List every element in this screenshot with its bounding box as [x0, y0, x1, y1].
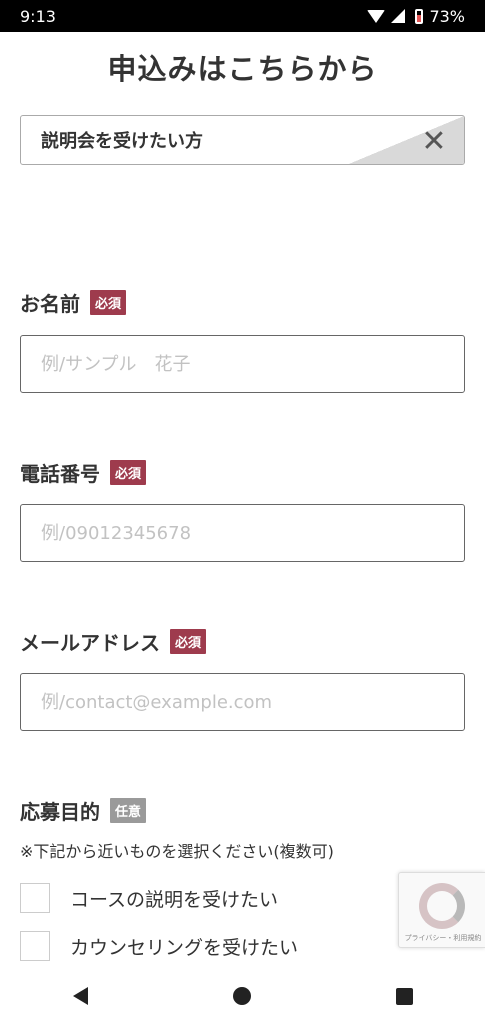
purpose-option-label: カウンセリングを受けたい: [70, 936, 299, 959]
purpose-note: ※下記から近いものを選択ください(複数可): [20, 842, 334, 861]
required-badge: 必須: [90, 290, 127, 315]
checkbox[interactable]: [20, 883, 50, 913]
phone-label: 電話番号: [20, 462, 100, 486]
recaptcha-badge[interactable]: プライバシー・利用規約: [398, 872, 485, 948]
required-badge: 必須: [110, 460, 147, 485]
close-icon[interactable]: ✕: [414, 121, 454, 161]
wifi-icon: [367, 9, 386, 23]
battery-icon: [415, 8, 424, 24]
purpose-option-label: コースの説明を受けたい: [70, 888, 279, 911]
home-circle-icon[interactable]: [232, 987, 251, 1005]
selected-option-box: 説明会を受けたい方 ✕: [20, 115, 465, 165]
purpose-option-counseling[interactable]: カウンセリングを受けたい: [20, 931, 298, 961]
selected-option-label: 説明会を受けたい方: [41, 131, 203, 152]
purpose-label: 応募目的: [20, 800, 100, 824]
recent-square-icon[interactable]: [395, 987, 413, 1005]
recaptcha-links[interactable]: プライバシー・利用規約: [403, 933, 483, 943]
recaptcha-icon: [419, 883, 465, 929]
name-label-row: お名前 必須: [20, 288, 127, 317]
optional-badge: 任意: [110, 798, 147, 823]
purpose-label-row: 応募目的 任意: [20, 796, 147, 825]
email-label-row: メールアドレス 必須: [20, 627, 207, 656]
back-triangle-icon[interactable]: [72, 987, 88, 1005]
phone-input[interactable]: [20, 504, 465, 562]
phone-label-row: 電話番号 必須: [20, 458, 147, 487]
email-input[interactable]: [20, 673, 465, 731]
page-title: 申込みはこちらから: [107, 52, 378, 86]
name-label: お名前: [20, 292, 80, 316]
purpose-option-course[interactable]: コースの説明を受けたい: [20, 883, 278, 913]
system-nav-bar: [0, 968, 485, 1024]
required-badge: 必須: [170, 629, 207, 654]
status-bar: 9:13 73%: [0, 0, 485, 32]
checkbox[interactable]: [20, 931, 50, 961]
battery-level: 73%: [429, 6, 465, 26]
name-input[interactable]: [20, 335, 465, 393]
email-label: メールアドレス: [20, 631, 160, 655]
status-icons: 73%: [367, 7, 465, 26]
status-time: 9:13: [20, 6, 56, 26]
signal-icon: [391, 9, 406, 23]
